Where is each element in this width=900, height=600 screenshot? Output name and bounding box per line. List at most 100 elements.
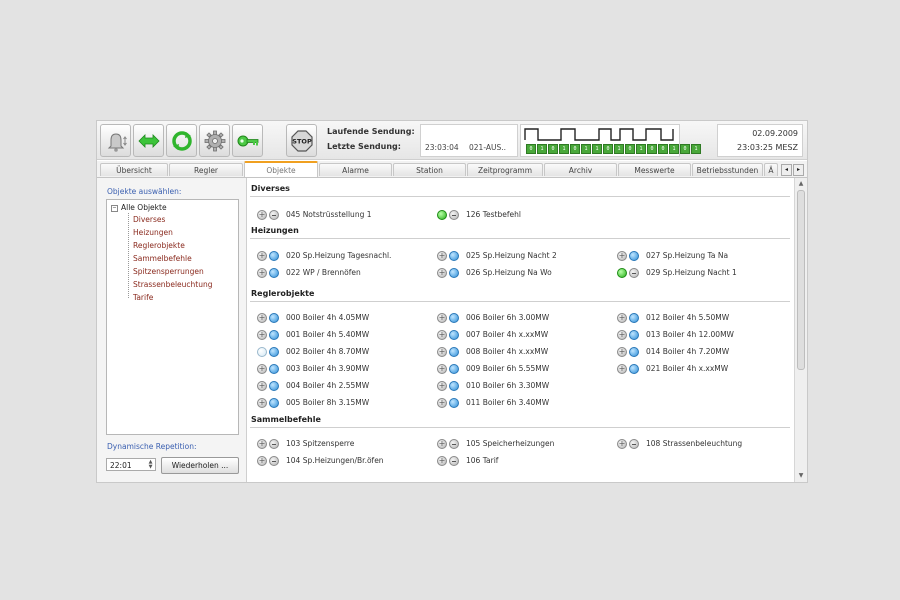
object-item[interactable]: 009 Boiler 6h 5.55MW [437, 363, 549, 374]
status-indicator-icon[interactable] [449, 346, 459, 357]
status-indicator-icon[interactable] [449, 363, 459, 374]
switch-on-icon[interactable] [437, 346, 447, 357]
object-item[interactable]: 003 Boiler 4h 3.90MW [257, 363, 369, 374]
status-indicator-icon[interactable] [449, 267, 459, 278]
send-button[interactable] [133, 124, 164, 157]
object-item[interactable]: 108 Strassenbeleuchtung [617, 438, 742, 449]
switch-on-icon[interactable] [617, 250, 627, 261]
status-indicator-icon[interactable] [449, 380, 459, 391]
object-item[interactable]: 022 WP / Brennöfen [257, 267, 361, 278]
status-indicator-icon[interactable] [629, 250, 639, 261]
object-item[interactable]: 012 Boiler 4h 5.50MW [617, 312, 729, 323]
switch-on-icon[interactable] [617, 363, 627, 374]
switch-on-icon[interactable] [257, 363, 267, 374]
status-indicator-icon[interactable] [449, 312, 459, 323]
status-indicator-icon[interactable] [629, 346, 639, 357]
status-indicator-icon[interactable] [269, 397, 279, 408]
object-item[interactable]: 000 Boiler 4h 4.05MW [257, 312, 369, 323]
switch-on-icon[interactable] [437, 250, 447, 261]
scroll-up-icon[interactable]: ▲ [796, 179, 806, 189]
object-item[interactable]: 002 Boiler 4h 8.70MW [257, 346, 369, 357]
switch-on-icon[interactable] [437, 380, 447, 391]
switch-on-icon[interactable] [617, 267, 627, 278]
switch-off-icon[interactable] [449, 455, 459, 466]
object-item[interactable]: 029 Sp.Heizung Nacht 1 [617, 267, 737, 278]
switch-off-icon[interactable] [269, 209, 279, 220]
status-indicator-icon[interactable] [269, 250, 279, 261]
object-item[interactable]: 001 Boiler 4h 5.40MW [257, 329, 369, 340]
repetition-time-input[interactable]: 22:01 ▲ ▼ [106, 458, 156, 471]
scrollbar-thumb[interactable] [797, 190, 805, 370]
status-indicator-icon[interactable] [269, 329, 279, 340]
switch-on-icon[interactable] [257, 250, 267, 261]
switch-on-icon[interactable] [437, 438, 447, 449]
switch-on-icon[interactable] [437, 267, 447, 278]
object-item[interactable]: 126 Testbefehl [437, 209, 521, 220]
switch-on-icon[interactable] [257, 455, 267, 466]
tab-objekte[interactable]: Objekte [244, 161, 318, 177]
object-item[interactable]: 103 Spitzensperre [257, 438, 354, 449]
status-indicator-icon[interactable] [269, 312, 279, 323]
object-item[interactable]: 005 Boiler 8h 3.15MW [257, 397, 369, 408]
object-item[interactable]: 007 Boiler 4h x.xxMW [437, 329, 548, 340]
status-indicator-icon[interactable] [629, 312, 639, 323]
tree-item-sammelbefehle[interactable]: Sammelbefehle [133, 254, 192, 263]
tab-archiv[interactable]: Archiv [544, 163, 617, 176]
switch-on-icon[interactable] [617, 312, 627, 323]
switch-on-icon[interactable] [257, 267, 267, 278]
tree-item-tarife[interactable]: Tarife [133, 293, 153, 302]
status-indicator-icon[interactable] [449, 250, 459, 261]
tree-item-diverses[interactable]: Diverses [133, 215, 165, 224]
status-indicator-icon[interactable] [449, 209, 459, 220]
tab-scroll-right-icon[interactable]: ▸ [793, 164, 804, 176]
switch-on-icon[interactable] [257, 438, 267, 449]
tab-scroll-left-icon[interactable]: ◂ [781, 164, 792, 176]
collapse-icon[interactable]: − [111, 204, 118, 212]
switch-on-icon[interactable] [437, 209, 447, 220]
object-item[interactable]: 004 Boiler 4h 2.55MW [257, 380, 369, 391]
alarm-button[interactable] [100, 124, 131, 157]
object-item[interactable]: 106 Tarif [437, 455, 498, 466]
switch-off-icon[interactable] [269, 455, 279, 466]
switch-on-icon[interactable] [257, 397, 267, 408]
object-item[interactable]: 021 Boiler 4h x.xxMW [617, 363, 728, 374]
status-indicator-icon[interactable] [629, 363, 639, 374]
switch-on-icon[interactable] [257, 209, 267, 220]
tree-item-heizungen[interactable]: Heizungen [133, 228, 173, 237]
vertical-scrollbar[interactable]: ▲ ▼ [794, 178, 807, 482]
object-item[interactable]: 105 Speicherheizungen [437, 438, 554, 449]
tab-station[interactable]: Station [393, 163, 466, 176]
refresh-button[interactable] [166, 124, 197, 157]
switch-on-icon[interactable] [617, 329, 627, 340]
tab-alarme[interactable]: Alarme [319, 163, 392, 176]
switch-on-icon[interactable] [617, 438, 627, 449]
status-indicator-icon[interactable] [269, 267, 279, 278]
object-item[interactable]: 006 Boiler 6h 3.00MW [437, 312, 549, 323]
object-item[interactable]: 045 Notstrüsstellung 1 [257, 209, 372, 220]
object-item[interactable]: 013 Boiler 4h 12.00MW [617, 329, 734, 340]
time-spinner-icon[interactable]: ▲ ▼ [147, 460, 154, 470]
tree-item-strassenbeleuchtung[interactable]: Strassenbeleuchtung [133, 280, 212, 289]
tab-more[interactable]: Ä [764, 163, 778, 176]
status-indicator-icon[interactable] [269, 346, 279, 357]
switch-off-icon[interactable] [629, 438, 639, 449]
tab-betriebsstunden[interactable]: Betriebsstunden [692, 163, 763, 176]
status-indicator-icon[interactable] [629, 329, 639, 340]
switch-on-icon[interactable] [257, 346, 267, 357]
login-button[interactable] [232, 124, 263, 157]
status-indicator-icon[interactable] [449, 397, 459, 408]
stop-button[interactable]: STOP [286, 124, 317, 157]
status-indicator-icon[interactable] [449, 329, 459, 340]
status-indicator-icon[interactable] [269, 380, 279, 391]
tree-item-reglerobjekte[interactable]: Reglerobjekte [133, 241, 185, 250]
object-item[interactable]: 025 Sp.Heizung Nacht 2 [437, 250, 557, 261]
status-indicator-icon[interactable] [629, 267, 639, 278]
tree-item-spitzensperrungen[interactable]: Spitzensperrungen [133, 267, 204, 276]
repeat-button[interactable]: Wiederholen ... [161, 457, 239, 474]
tree-root[interactable]: − Alle Objekte [111, 203, 167, 212]
tab-messwerte[interactable]: Messwerte [618, 163, 691, 176]
switch-off-icon[interactable] [449, 438, 459, 449]
object-item[interactable]: 020 Sp.Heizung Tagesnachl. [257, 250, 391, 261]
object-item[interactable]: 026 Sp.Heizung Na Wo [437, 267, 552, 278]
object-item[interactable]: 008 Boiler 4h x.xxMW [437, 346, 548, 357]
